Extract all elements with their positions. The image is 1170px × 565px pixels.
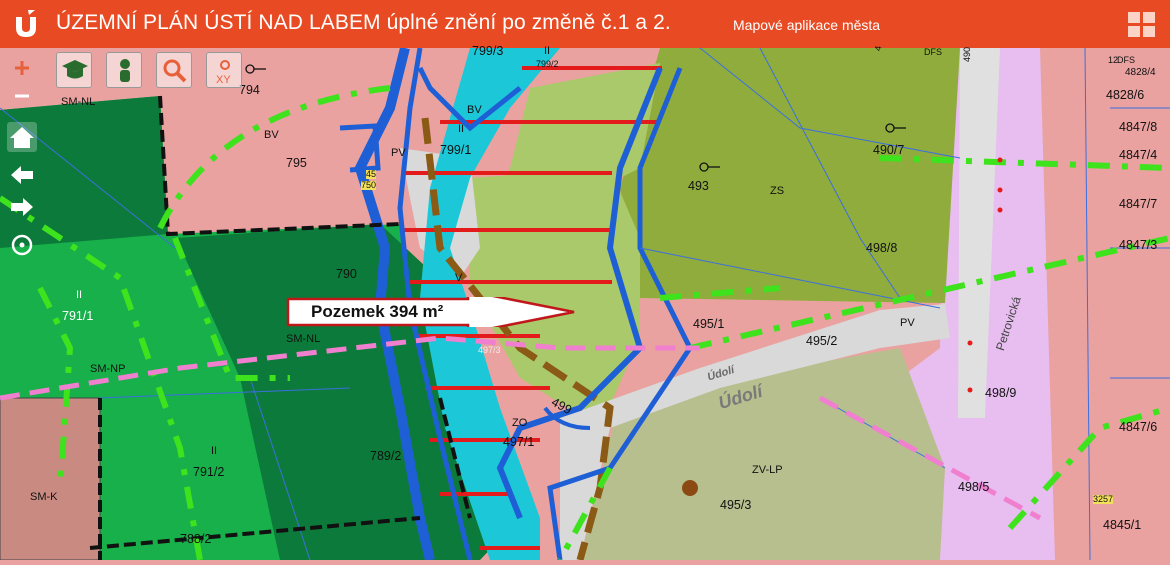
parcel-label: 493 — [688, 179, 709, 193]
parcel-label: 495/1 — [693, 317, 725, 331]
search-button[interactable] — [156, 52, 192, 88]
parcel-label: 498/5 — [958, 480, 990, 494]
app-header: ÚZEMNÍ PLÁN ÚSTÍ NAD LABEM úplné znění p… — [0, 0, 1170, 48]
zone-label: II — [544, 45, 551, 57]
parcel-label: 799/1 — [440, 143, 472, 157]
zoom-out-button[interactable] — [7, 82, 37, 112]
home-button[interactable] — [7, 122, 37, 152]
zone-label: II — [458, 123, 465, 135]
zone-smk — [0, 398, 100, 560]
locate-button[interactable] — [7, 230, 37, 260]
parcel-label: 498/8 — [866, 241, 898, 255]
legend-icon — [62, 60, 88, 79]
forward-icon — [11, 198, 33, 216]
zone-label: ZO — [512, 417, 528, 429]
parcel-label: 45 — [366, 169, 377, 179]
back-button[interactable] — [7, 160, 37, 190]
parcel-label: 4847/8 — [1119, 120, 1158, 134]
zone-label: V — [455, 272, 463, 284]
forward-button[interactable] — [7, 192, 37, 222]
parcel-label: 3257 — [1093, 494, 1114, 504]
coordinates-glyph: XY — [216, 74, 231, 86]
zone-label: PV — [900, 317, 915, 329]
person-icon — [120, 59, 130, 82]
parcel-label: 799/2 — [536, 59, 559, 69]
zone-label: PV — [391, 147, 406, 159]
coordinates-button[interactable]: XY — [206, 52, 242, 88]
zoom-in-button[interactable] — [7, 54, 37, 84]
back-icon — [11, 166, 33, 184]
parcel-label: 495/3 — [720, 498, 752, 512]
parcel-label: 4828/6 — [1106, 88, 1145, 102]
parcel-label: 497/3 — [478, 345, 501, 355]
home-icon — [10, 127, 34, 148]
zone-label: SM-NL — [61, 96, 96, 108]
zone-label: SM-K — [30, 491, 58, 503]
parcel-label: DFS — [924, 47, 942, 57]
parcel-label: 791/2 — [193, 465, 225, 479]
parcel-label: 490 — [962, 46, 973, 63]
map-canvas[interactable]: 794 795 799/1 799/3 799/2 790 791/1 791/… — [0, 44, 1170, 562]
person-button[interactable] — [106, 52, 142, 88]
parcel-label: 790 — [336, 267, 357, 281]
parcel-label: 791/1 — [62, 309, 94, 323]
zone-label: BV — [467, 104, 482, 116]
locate-icon — [11, 234, 33, 256]
city-logo-icon[interactable] — [10, 8, 42, 40]
parcel-label: 4847/3 — [1119, 238, 1158, 252]
parcel-label: 497/1 — [503, 435, 535, 449]
parcel-label: 788/2 — [180, 532, 212, 546]
legend-button[interactable] — [56, 52, 92, 88]
brown-dot — [682, 480, 698, 496]
map-apps-link[interactable]: Mapové aplikace města — [733, 17, 880, 33]
parcel-label: 498/9 — [985, 386, 1017, 400]
zone-label: ZV-LP — [752, 464, 783, 476]
parcel-label: 4847/4 — [1119, 148, 1158, 162]
parcel-label: 490/7 — [873, 143, 905, 157]
parcel-label: 4828/4 — [1125, 67, 1156, 78]
parcel-label: 750 — [361, 180, 377, 190]
zoom-out-icon — [15, 94, 29, 98]
zone-label: SM-NL — [286, 333, 321, 345]
parcel-label: 4847/6 — [1119, 420, 1158, 434]
zone-label: BV — [264, 129, 279, 141]
parcel-label: 789/2 — [370, 449, 402, 463]
zoom-in-icon — [15, 61, 29, 75]
parcel-label: 12 — [1108, 55, 1119, 65]
search-icon — [163, 59, 187, 83]
parcel-label: 795 — [286, 156, 307, 170]
parcel-label: 4845/1 — [1103, 518, 1142, 532]
parcel-label: 4847/7 — [1119, 197, 1158, 211]
map-layers — [0, 46, 1170, 562]
zone-label: II — [211, 445, 218, 457]
app-grid-icon[interactable] — [1128, 12, 1156, 38]
zone-label: ZS — [770, 185, 785, 197]
coordinates-icon: XY — [216, 60, 231, 86]
parcel-label: DFS — [1117, 55, 1135, 65]
parcel-label: 495/2 — [806, 334, 838, 348]
parcel-label: 799/3 — [472, 44, 504, 58]
zone-label: SM-NP — [90, 363, 126, 375]
zone-label: II — [76, 289, 83, 301]
parcel-area-label: Pozemek 394 m² — [311, 302, 444, 321]
page-title: ÚZEMNÍ PLÁN ÚSTÍ NAD LABEM úplné znění p… — [56, 11, 671, 34]
